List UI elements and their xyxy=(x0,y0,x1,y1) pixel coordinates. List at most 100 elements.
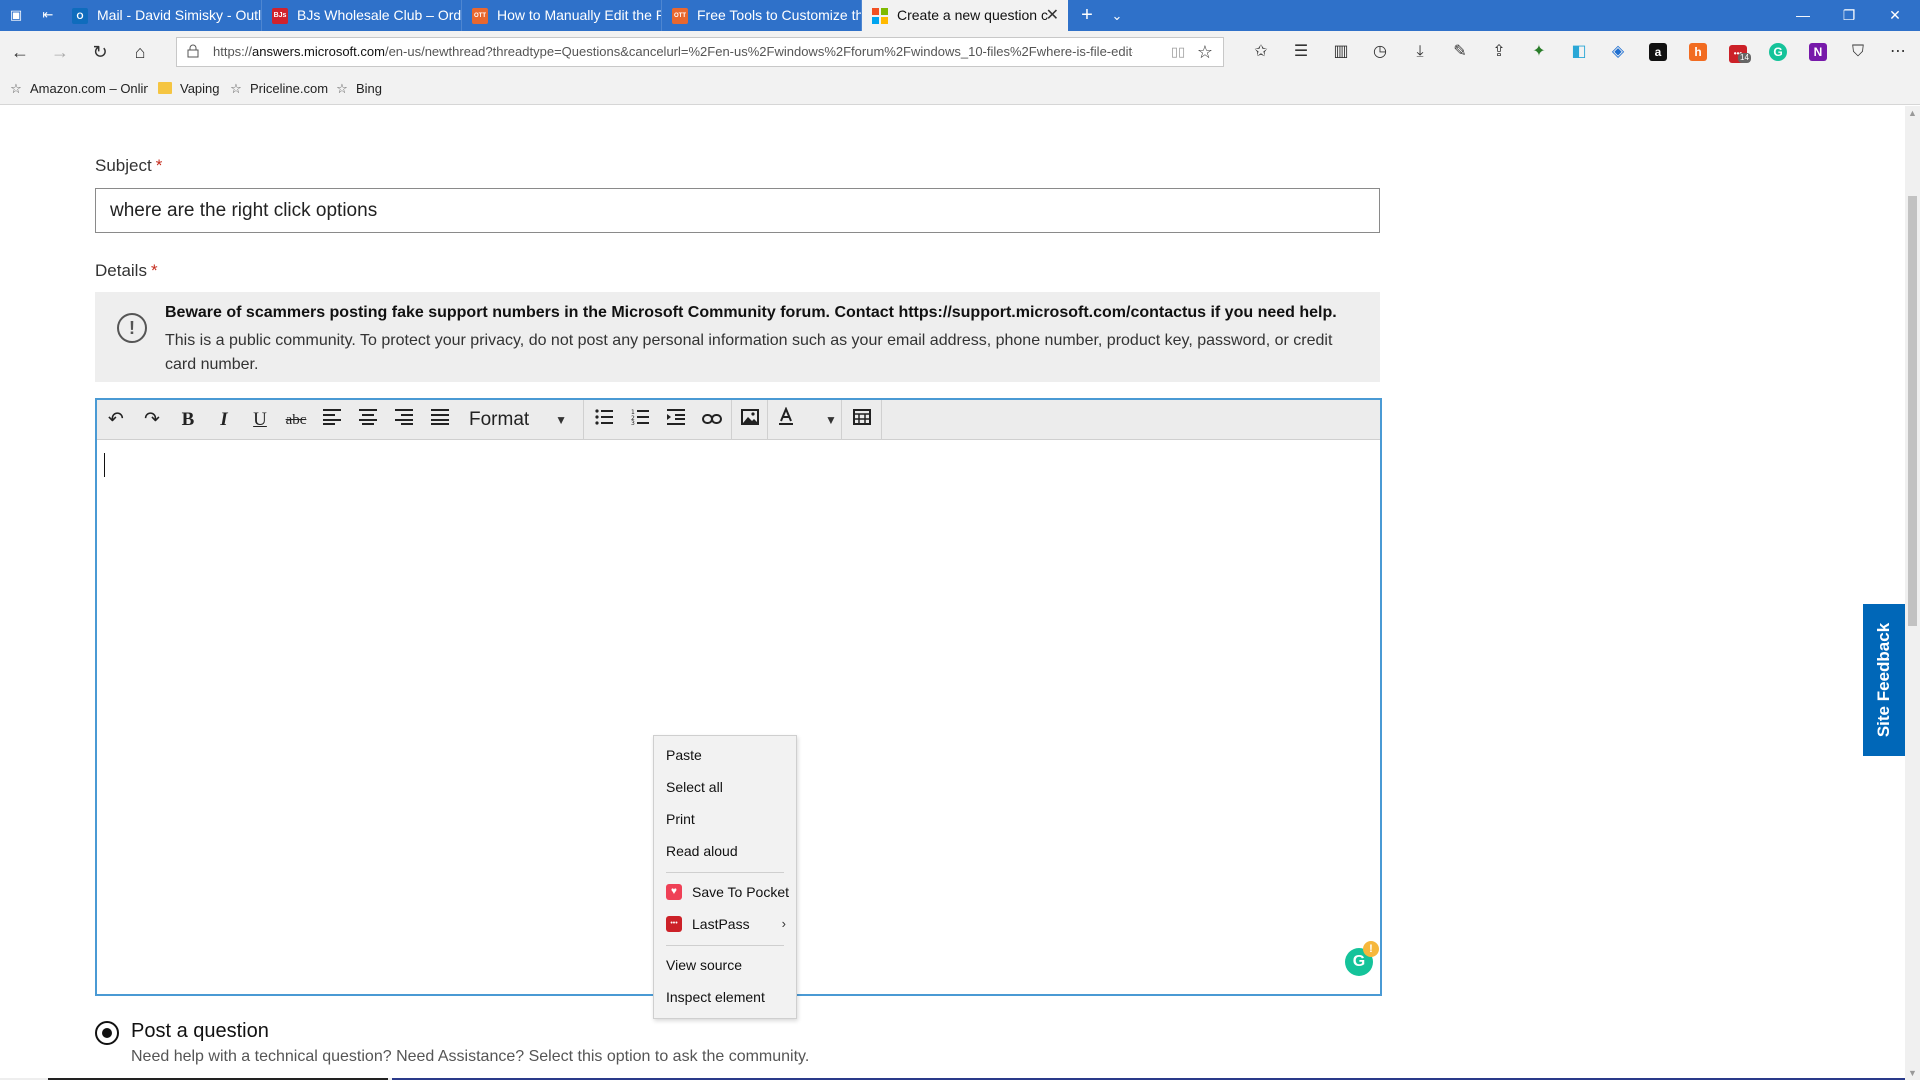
address-bar[interactable]: https://answers.microsoft.com/en-us/newt… xyxy=(176,37,1224,67)
back-icon[interactable]: ← xyxy=(8,40,32,64)
post-question-description: Need help with a technical question? Nee… xyxy=(131,1048,810,1065)
context-menu-inspect-element[interactable]: Inspect element xyxy=(654,982,796,1012)
scroll-down-icon[interactable]: ▼ xyxy=(1908,1068,1917,1078)
page-content: Subject * where are the right click optio… xyxy=(0,106,1905,1080)
context-menu-lastpass[interactable]: ••• LastPass › xyxy=(654,909,796,939)
post-question-label[interactable]: Post a question xyxy=(131,1020,269,1043)
editor-toolbar: ↶ ↷ B I U abc Format ▼ 1 2 3 ▼ xyxy=(97,400,1380,440)
scroll-up-icon[interactable]: ▲ xyxy=(1908,108,1917,118)
align-center-icon[interactable] xyxy=(351,404,385,436)
star-icon: ☆ xyxy=(336,81,348,96)
context-menu: Paste Select all Print Read aloud ♥ Save… xyxy=(653,735,797,1019)
site-feedback-button[interactable]: Site Feedback xyxy=(1863,604,1905,756)
context-menu-print[interactable]: Print xyxy=(654,804,796,834)
refresh-icon[interactable]: ↻ xyxy=(88,40,112,64)
extension-blue-icon[interactable]: ◈ xyxy=(1606,41,1630,63)
details-label: Details * xyxy=(95,261,158,280)
new-tab-icon[interactable]: + xyxy=(1073,0,1101,31)
extension-green-icon[interactable]: ✦ xyxy=(1527,41,1551,63)
reading-list-icon[interactable]: ☰ xyxy=(1289,41,1313,63)
text-cursor xyxy=(104,453,105,477)
reading-view-icon[interactable]: ▯▯ xyxy=(1169,44,1187,60)
download-icon[interactable]: ⤓ xyxy=(1408,41,1432,63)
bold-icon[interactable]: B xyxy=(171,404,205,436)
page-scrollbar[interactable]: ▲ ▼ xyxy=(1905,106,1920,1080)
context-menu-select-all[interactable]: Select all xyxy=(654,772,796,802)
onenote-icon[interactable]: N xyxy=(1806,41,1830,63)
bullet-list-icon[interactable] xyxy=(587,404,621,436)
font-color-icon[interactable] xyxy=(769,404,803,436)
tab-registry-edit[interactable]: OTT How to Manually Edit the Ri xyxy=(462,0,662,31)
favorites-icon[interactable]: ✩ xyxy=(1249,41,1273,63)
microsoft-icon xyxy=(872,8,888,24)
align-right-icon[interactable] xyxy=(387,404,421,436)
toolbar-divider xyxy=(583,400,584,440)
favorite-bing[interactable]: ☆ Bing xyxy=(334,73,382,105)
favorite-priceline[interactable]: ☆ Priceline.com xyxy=(228,73,328,105)
pocket-icon[interactable]: ⛉ xyxy=(1846,41,1870,63)
tab-outlook[interactable]: O Mail - David Simisky - Outlo xyxy=(62,0,262,31)
underline-icon[interactable]: U xyxy=(243,404,277,436)
url-text[interactable]: https://answers.microsoft.com/en-us/newt… xyxy=(213,38,1133,66)
numbered-list-icon[interactable]: 123 xyxy=(623,404,657,436)
context-menu-save-to-pocket[interactable]: ♥ Save To Pocket xyxy=(654,877,796,907)
redo-icon[interactable]: ↷ xyxy=(135,404,169,436)
tab-manager-icon[interactable]: ▣ xyxy=(6,6,26,24)
table-icon[interactable] xyxy=(845,404,879,436)
align-left-icon[interactable] xyxy=(315,404,349,436)
favorite-star-icon[interactable]: ☆ xyxy=(1195,42,1215,62)
chevron-down-icon[interactable]: ⌄ xyxy=(1103,0,1131,31)
post-question-radio[interactable] xyxy=(95,1021,119,1045)
toolbar-divider xyxy=(841,400,842,440)
history-icon[interactable]: ◷ xyxy=(1368,41,1392,63)
star-icon: ☆ xyxy=(230,81,242,96)
translator-icon[interactable]: ◧ xyxy=(1567,41,1591,63)
honey-icon[interactable]: h xyxy=(1686,41,1710,63)
format-dropdown[interactable]: Format ▼ xyxy=(461,404,581,436)
share-icon[interactable]: ⇪ xyxy=(1487,41,1511,63)
tab-free-tools[interactable]: OTT Free Tools to Customize the xyxy=(662,0,862,31)
scrollbar-thumb[interactable] xyxy=(1908,196,1917,626)
tab-title: Free Tools to Customize the xyxy=(697,7,862,23)
pen-icon[interactable]: ✎ xyxy=(1448,41,1472,63)
favorite-amazon[interactable]: ☆ Amazon.com – Onlin xyxy=(8,73,148,105)
tab-create-question[interactable]: Create a new question c ✕ xyxy=(862,0,1068,31)
pocket-icon: ♥ xyxy=(666,884,682,900)
lastpass-icon[interactable]: ••• 14 xyxy=(1726,41,1751,63)
indent-icon[interactable] xyxy=(659,404,693,436)
amazon-icon[interactable]: a xyxy=(1646,41,1670,63)
tab-bjs[interactable]: BJs BJs Wholesale Club – Order xyxy=(262,0,462,31)
forward-icon[interactable]: → xyxy=(48,40,72,64)
context-menu-read-aloud[interactable]: Read aloud xyxy=(654,836,796,866)
subject-input[interactable]: where are the right click options xyxy=(95,188,1380,233)
grammarly-icon[interactable]: G xyxy=(1766,41,1790,63)
undo-icon[interactable]: ↶ xyxy=(99,404,133,436)
set-tabs-aside-icon[interactable]: ⇤ xyxy=(38,6,58,24)
justify-icon[interactable] xyxy=(423,404,457,436)
restore-icon[interactable]: ❐ xyxy=(1826,0,1872,31)
lastpass-icon: ••• xyxy=(666,916,682,932)
home-icon[interactable]: ⌂ xyxy=(128,40,152,64)
caret-down-icon: ▼ xyxy=(555,413,567,427)
bjs-icon: BJs xyxy=(272,8,288,24)
grammarly-alert-icon[interactable]: ! xyxy=(1363,941,1379,957)
close-window-icon[interactable]: ✕ xyxy=(1872,0,1918,31)
link-icon[interactable] xyxy=(695,404,729,436)
scam-warning-notice: ! Beware of scammers posting fake suppor… xyxy=(95,292,1380,382)
browser-tab-bar: ▣ ⇤ O Mail - David Simisky - Outlo BJs B… xyxy=(0,0,1920,31)
image-icon[interactable] xyxy=(733,404,767,436)
books-icon[interactable]: ▥ xyxy=(1329,41,1353,63)
strikethrough-icon[interactable]: abc xyxy=(279,404,313,436)
context-menu-view-source[interactable]: View source xyxy=(654,950,796,980)
context-menu-paste[interactable]: Paste xyxy=(654,740,796,770)
close-tab-icon[interactable]: ✕ xyxy=(1046,0,1059,31)
more-icon[interactable]: ⋯ xyxy=(1886,41,1910,63)
notice-title: Beware of scammers posting fake support … xyxy=(165,304,1337,321)
minimize-icon[interactable]: — xyxy=(1780,0,1826,31)
italic-icon[interactable]: I xyxy=(207,404,241,436)
favorite-vaping-folder[interactable]: Vaping xyxy=(158,73,220,105)
menu-divider xyxy=(666,872,784,873)
svg-text:3: 3 xyxy=(631,420,635,425)
lock-icon[interactable] xyxy=(185,44,201,60)
tab-title: How to Manually Edit the Ri xyxy=(497,7,662,23)
